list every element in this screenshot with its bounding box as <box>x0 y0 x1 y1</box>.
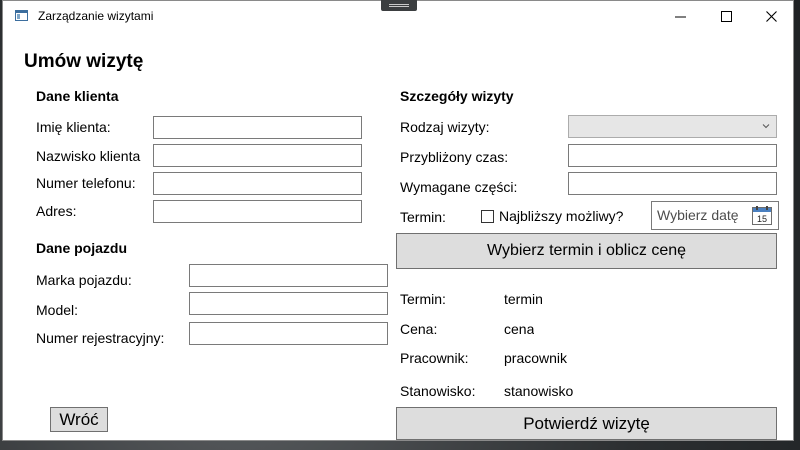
grip-line <box>389 6 409 7</box>
nearest-available-checkbox[interactable] <box>481 210 494 223</box>
close-icon <box>766 11 777 22</box>
summary-term-label: Termin: <box>400 291 446 307</box>
estimated-time-label: Przybliżony czas: <box>400 149 509 165</box>
client-address-label: Adres: <box>36 203 77 219</box>
grip-line <box>389 4 409 5</box>
calculate-price-button[interactable]: Wybierz termin i oblicz cenę <box>396 233 777 269</box>
page-title: Umów wizytę <box>24 51 144 72</box>
vehicle-section-heading: Dane pojazdu <box>36 240 128 256</box>
visit-type-label: Rodzaj wizyty: <box>400 119 490 135</box>
vehicle-make-input[interactable] <box>189 264 388 287</box>
calendar-icon[interactable]: 15 <box>752 206 772 225</box>
maximize-button[interactable] <box>704 1 750 32</box>
date-picker[interactable]: Wybierz datę 15 <box>651 201 779 230</box>
app-icon <box>15 10 28 21</box>
window-title: Zarządzanie wizytami <box>38 9 154 23</box>
required-parts-label: Wymagane części: <box>400 179 518 195</box>
vehicle-model-input[interactable] <box>189 292 388 315</box>
client-address-input[interactable] <box>153 200 362 223</box>
term-label: Termin: <box>400 209 446 225</box>
app-window: Zarządzanie wizytami Umów wizytę Dane kl… <box>2 0 794 441</box>
summary-price-value: cena <box>504 321 535 337</box>
client-first-name-label: Imię klienta: <box>36 119 111 135</box>
summary-price-label: Cena: <box>400 321 438 337</box>
client-phone-label: Numer telefonu: <box>36 175 136 191</box>
summary-employee-label: Pracownik: <box>400 350 469 366</box>
calendar-day: 15 <box>757 214 767 224</box>
vehicle-registration-label: Numer rejestracyjny: <box>36 330 165 346</box>
summary-station-label: Stanowisko: <box>400 383 476 399</box>
summary-station-value: stanowisko <box>504 383 574 399</box>
required-parts-input[interactable] <box>568 172 777 195</box>
client-last-name-label: Nazwisko klienta <box>36 148 141 164</box>
date-picker-placeholder: Wybierz datę <box>657 207 739 223</box>
estimated-time-input[interactable] <box>568 144 777 167</box>
client-section-heading: Dane klienta <box>36 88 119 104</box>
client-first-name-input[interactable] <box>153 116 362 139</box>
vehicle-registration-input[interactable] <box>189 322 388 345</box>
maximize-icon <box>721 11 732 22</box>
minimize-icon <box>675 16 686 18</box>
visit-type-select[interactable] <box>568 115 777 138</box>
chevron-down-icon <box>762 124 770 129</box>
close-button[interactable] <box>749 1 795 32</box>
nearest-available-label[interactable]: Najbliższy możliwy? <box>499 208 623 224</box>
vehicle-make-label: Marka pojazdu: <box>36 272 132 288</box>
visit-section-heading: Szczegóły wizyty <box>400 88 514 104</box>
summary-employee-value: pracownik <box>504 350 568 366</box>
window-snap-grip[interactable] <box>381 0 417 11</box>
client-last-name-input[interactable] <box>153 144 362 167</box>
minimize-button[interactable] <box>658 1 704 32</box>
confirm-visit-button[interactable]: Potwierdź wizytę <box>396 407 777 440</box>
back-button[interactable]: Wróć <box>50 407 108 432</box>
summary-term-value: termin <box>504 291 543 307</box>
vehicle-model-label: Model: <box>36 302 79 318</box>
client-phone-input[interactable] <box>153 172 362 195</box>
